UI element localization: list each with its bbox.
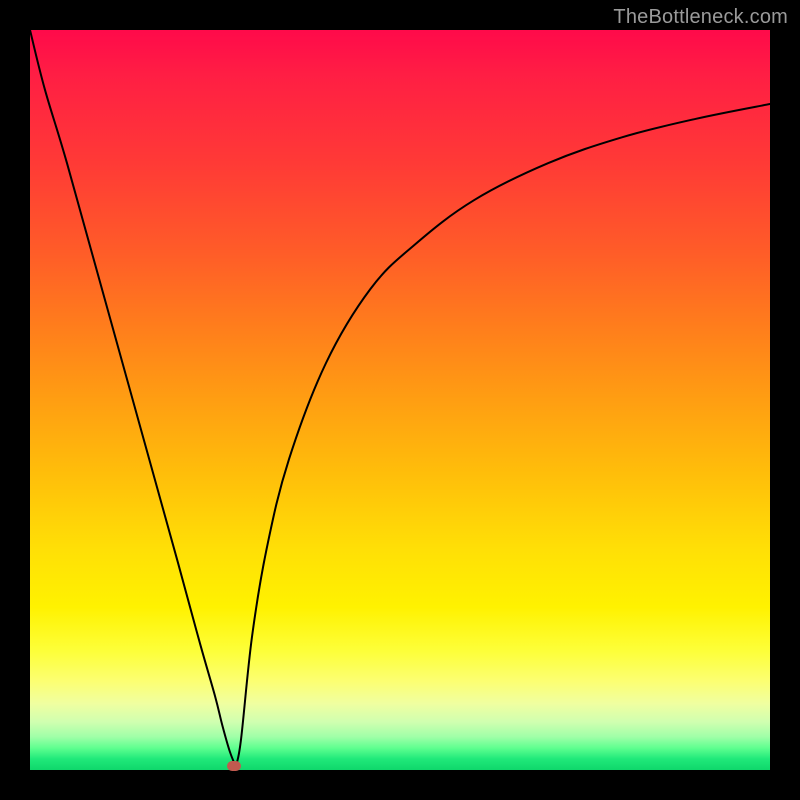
curve-svg — [30, 30, 770, 770]
plot-area — [30, 30, 770, 770]
curve-left-branch — [30, 30, 236, 766]
minimum-marker — [227, 761, 241, 771]
attribution-text: TheBottleneck.com — [613, 6, 788, 29]
chart-frame: TheBottleneck.com — [0, 0, 800, 800]
curve-right-branch — [236, 104, 770, 766]
